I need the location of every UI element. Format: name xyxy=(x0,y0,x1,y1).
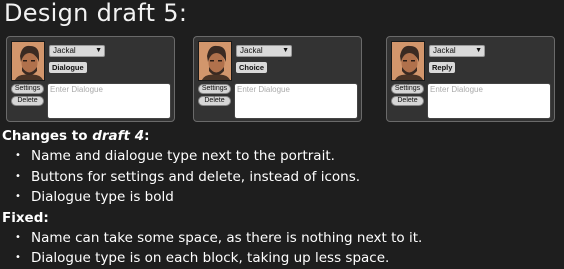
dialogue-block: Jackal ▼ Dialogue Settings Delete xyxy=(6,36,175,122)
list-item: • Dialogue type is on each block, taking … xyxy=(0,248,564,269)
bullet-icon: • xyxy=(15,191,21,202)
changes-heading: Changes to draft 4: xyxy=(2,128,150,144)
dialogue-input[interactable] xyxy=(427,83,551,119)
chevron-down-icon: ▼ xyxy=(95,47,102,54)
settings-button[interactable]: Settings xyxy=(391,84,424,94)
page-title: Design draft 5: xyxy=(4,0,188,27)
character-portrait[interactable] xyxy=(198,41,232,81)
list-item: • Name can take some space, as there is n… xyxy=(0,228,564,249)
dialogue-input[interactable] xyxy=(47,83,171,119)
name-dropdown[interactable]: Jackal ▼ xyxy=(49,45,105,57)
delete-button[interactable]: Delete xyxy=(11,96,44,106)
dialogue-type-badge[interactable]: Choice xyxy=(236,62,268,73)
settings-button[interactable]: Settings xyxy=(11,84,44,94)
fixed-heading: Fixed: xyxy=(2,209,49,226)
settings-button[interactable]: Settings xyxy=(198,84,231,94)
reply-block: Jackal ▼ Reply Settings Delete xyxy=(386,36,555,122)
dialogue-type-badge[interactable]: Dialogue xyxy=(49,62,87,73)
delete-button[interactable]: Delete xyxy=(198,96,231,106)
list-item: • Dialogue type is bold xyxy=(0,187,564,208)
choice-block: Jackal ▼ Choice Settings Delete xyxy=(193,36,362,122)
chevron-down-icon: ▼ xyxy=(282,47,289,54)
list-item: • Buttons for settings and delete, instea… xyxy=(0,167,564,188)
name-dropdown[interactable]: Jackal ▼ xyxy=(429,45,485,57)
character-portrait[interactable] xyxy=(11,41,45,81)
list-item: • Name and dialogue type next to the port… xyxy=(0,146,564,167)
dialogue-type-badge[interactable]: Reply xyxy=(429,62,456,73)
bullet-icon: • xyxy=(15,150,21,161)
chevron-down-icon: ▼ xyxy=(475,47,482,54)
delete-button[interactable]: Delete xyxy=(391,96,424,106)
character-portrait[interactable] xyxy=(391,41,425,81)
bullet-icon: • xyxy=(15,252,21,263)
dialogue-input[interactable] xyxy=(234,83,358,119)
notes-section: Changes to draft 4: • Name and dialogue t… xyxy=(0,126,564,269)
name-dropdown[interactable]: Jackal ▼ xyxy=(236,45,292,57)
bullet-icon: • xyxy=(15,170,21,182)
bullet-icon: • xyxy=(15,231,21,243)
